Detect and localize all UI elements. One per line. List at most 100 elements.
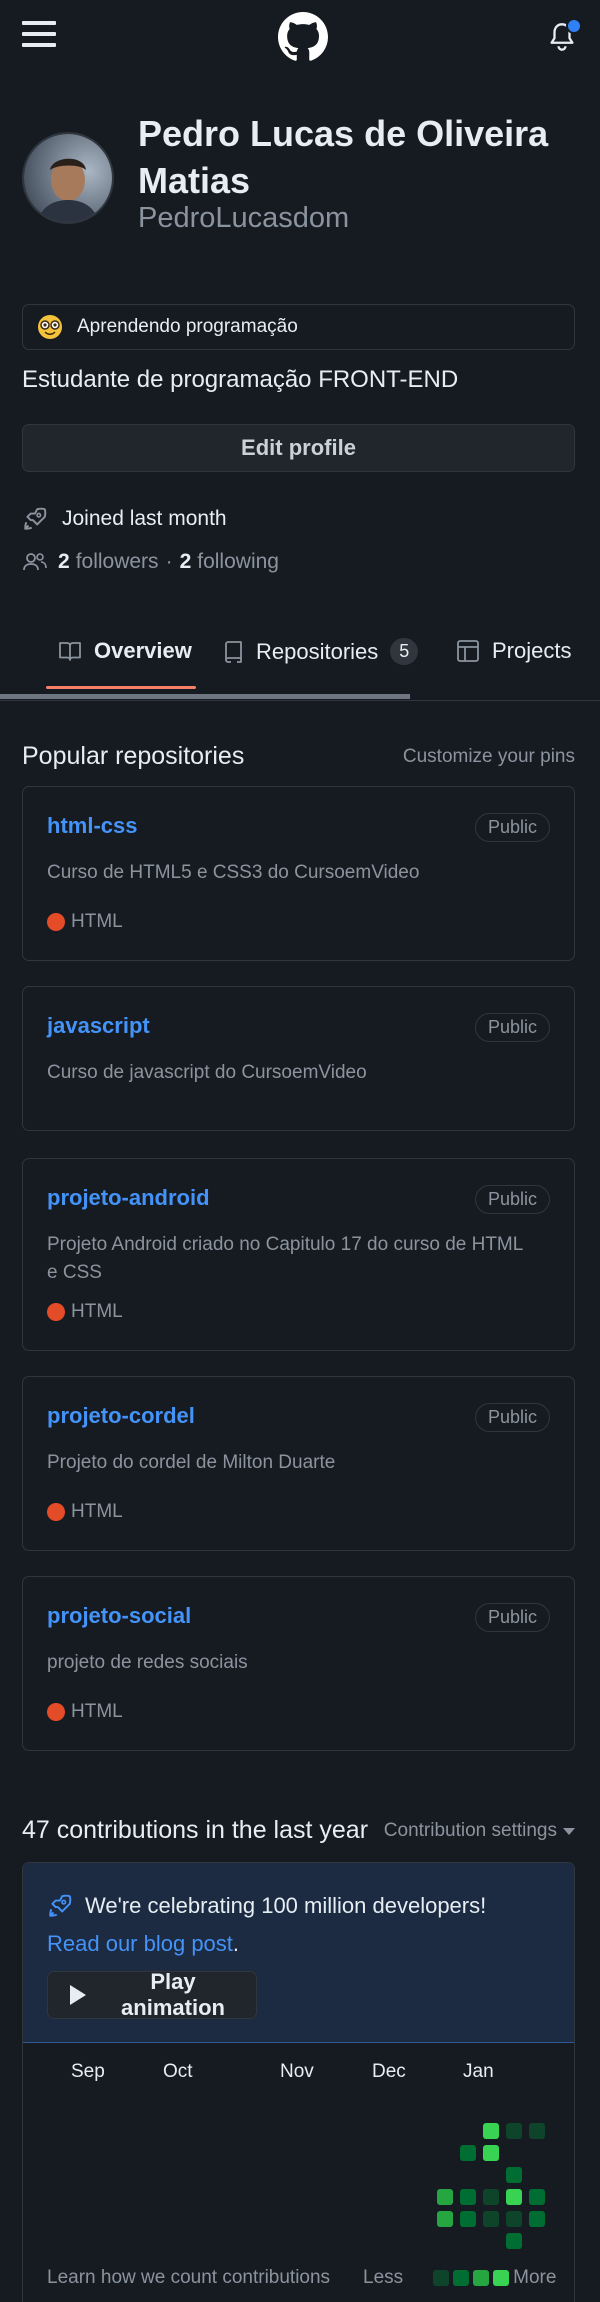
- play-animation-button[interactable]: Play animation: [47, 1969, 257, 2020]
- rocket-icon: [24, 507, 47, 530]
- repo-name-link[interactable]: projeto-social: [47, 1603, 191, 1629]
- contribution-calendar: We're celebrating 100 million developers…: [22, 1862, 575, 2302]
- legend-level-2: [453, 2270, 470, 2286]
- repo-description: Curso de javascript do CursoemVideo: [47, 1062, 367, 1083]
- repo-card: javascript Public Curso de javascript do…: [22, 986, 575, 1131]
- profile-bio: Estudante de programação FRONT-END: [22, 366, 459, 393]
- blog-post-suffix: .: [232, 1931, 240, 1956]
- tab-repositories-label: Repositories: [256, 638, 379, 664]
- legend-level-4: [493, 2270, 510, 2286]
- repo-description: Projeto do cordel de Milton Duarte: [47, 1452, 336, 1473]
- repo-name-link[interactable]: projeto-android: [47, 1185, 210, 1211]
- repo-card: projeto-social Public projeto de redes s…: [22, 1576, 575, 1751]
- contribution-cell[interactable]: [529, 2123, 545, 2139]
- tabs-divider: [0, 700, 600, 701]
- contribution-cell[interactable]: [460, 2211, 476, 2227]
- contribution-cell[interactable]: [460, 2145, 476, 2161]
- following-link[interactable]: following: [197, 550, 279, 574]
- tab-projects[interactable]: Projects: [456, 638, 571, 664]
- followers-link[interactable]: followers: [76, 550, 159, 574]
- joined-text: Joined last month: [62, 507, 227, 530]
- repo-language: HTML: [47, 1301, 123, 1323]
- book-icon: [59, 642, 81, 661]
- avatar[interactable]: [22, 132, 114, 224]
- contribution-cell[interactable]: [483, 2145, 499, 2161]
- visibility-badge: Public: [474, 1603, 550, 1632]
- contribution-cell[interactable]: [506, 2233, 522, 2249]
- contribution-cell[interactable]: [506, 2211, 522, 2227]
- contribution-settings-dropdown[interactable]: Contribution settings: [384, 1820, 575, 1842]
- tab-repositories[interactable]: Repositories 5: [222, 638, 419, 665]
- active-tab-indicator: [46, 686, 196, 689]
- month-label: Oct: [163, 2061, 193, 2082]
- customize-pins-link[interactable]: Customize your pins: [403, 746, 575, 768]
- repo-language: HTML: [47, 911, 123, 933]
- hamburger-icon[interactable]: [22, 21, 56, 51]
- celebration-text: We're celebrating 100 million developers…: [85, 1893, 487, 1918]
- legend-more: More: [513, 2267, 557, 2288]
- notification-dot: [566, 18, 582, 34]
- month-label: Sep: [71, 2061, 105, 2082]
- repo-icon: [225, 640, 242, 663]
- joined-info: Joined last month: [22, 506, 227, 532]
- repo-description: projeto de redes sociais: [47, 1652, 248, 1673]
- visibility-badge: Public: [474, 1403, 550, 1432]
- learn-contributions-link[interactable]: Learn how we count contributions: [47, 2267, 330, 2289]
- table-icon: [457, 640, 479, 662]
- github-logo-icon[interactable]: [278, 12, 328, 67]
- legend-level-1: [433, 2270, 450, 2286]
- contributions-title: 47 contributions in the last year: [22, 1816, 369, 1844]
- contribution-cell[interactable]: [437, 2211, 453, 2227]
- language-name: HTML: [71, 1301, 123, 1322]
- repo-card: projeto-android Public Projeto Android c…: [22, 1158, 575, 1351]
- repo-card: html-css Public Curso de HTML5 e CSS3 do…: [22, 786, 575, 961]
- visibility-badge: Public: [474, 1013, 550, 1042]
- contribution-cell[interactable]: [460, 2189, 476, 2205]
- contribution-legend: Less More: [363, 2267, 556, 2289]
- following-count[interactable]: 2: [180, 550, 192, 574]
- contribution-cell[interactable]: [483, 2189, 499, 2205]
- contribution-cell[interactable]: [437, 2189, 453, 2205]
- repo-name-link[interactable]: html-css: [47, 813, 137, 839]
- tab-overview-label: Overview: [94, 638, 192, 663]
- play-icon: [70, 1985, 86, 2005]
- status-text: Aprendendo programação: [77, 316, 298, 337]
- repositories-count: 5: [390, 638, 419, 665]
- profile-name: Pedro Lucas de Oliveira Matias: [138, 113, 549, 201]
- repo-language: HTML: [47, 1501, 123, 1523]
- contribution-cell[interactable]: [529, 2211, 545, 2227]
- follow-separator: ·: [165, 550, 173, 573]
- rocket-icon: [47, 1893, 73, 1924]
- caret-down-icon: [563, 1827, 575, 1835]
- profile-tabs: Overview Repositories 5 Projects: [0, 620, 600, 700]
- play-animation-label: Play animation: [121, 1969, 225, 2020]
- edit-profile-button[interactable]: Edit profile: [22, 424, 575, 472]
- profile-login: PedroLucasdom: [138, 202, 350, 234]
- tabs-scrollbar[interactable]: [0, 694, 410, 699]
- contribution-cell[interactable]: [483, 2123, 499, 2139]
- followers-count[interactable]: 2: [58, 550, 70, 574]
- month-label: Jan: [463, 2061, 494, 2082]
- visibility-badge: Public: [474, 813, 550, 842]
- language-color-dot: [47, 913, 65, 931]
- month-label: Dec: [372, 2061, 406, 2082]
- contribution-cell[interactable]: [506, 2123, 522, 2139]
- blog-post-link[interactable]: Read our blog post: [47, 1931, 233, 1956]
- legend-level-3: [473, 2270, 490, 2286]
- status-button[interactable]: Aprendendo programação: [22, 304, 575, 350]
- contribution-cell[interactable]: [529, 2189, 545, 2205]
- contribution-cell[interactable]: [506, 2167, 522, 2183]
- tab-overview[interactable]: Overview: [58, 638, 192, 664]
- contribution-settings-label: Contribution settings: [383, 1820, 557, 1841]
- repo-name-link[interactable]: projeto-cordel: [47, 1403, 195, 1429]
- contribution-cell[interactable]: [483, 2211, 499, 2227]
- repo-description: Curso de HTML5 e CSS3 do CursoemVideo: [47, 862, 420, 883]
- nerd-face-emoji-icon: [37, 314, 63, 340]
- language-color-dot: [47, 1703, 65, 1721]
- repo-name-link[interactable]: javascript: [47, 1013, 150, 1039]
- people-icon: [23, 553, 47, 571]
- contribution-cell[interactable]: [506, 2189, 522, 2205]
- language-color-dot: [47, 1503, 65, 1521]
- language-name: HTML: [71, 911, 123, 932]
- repo-description: Projeto Android criado no Capitulo 17 do…: [47, 1234, 523, 1283]
